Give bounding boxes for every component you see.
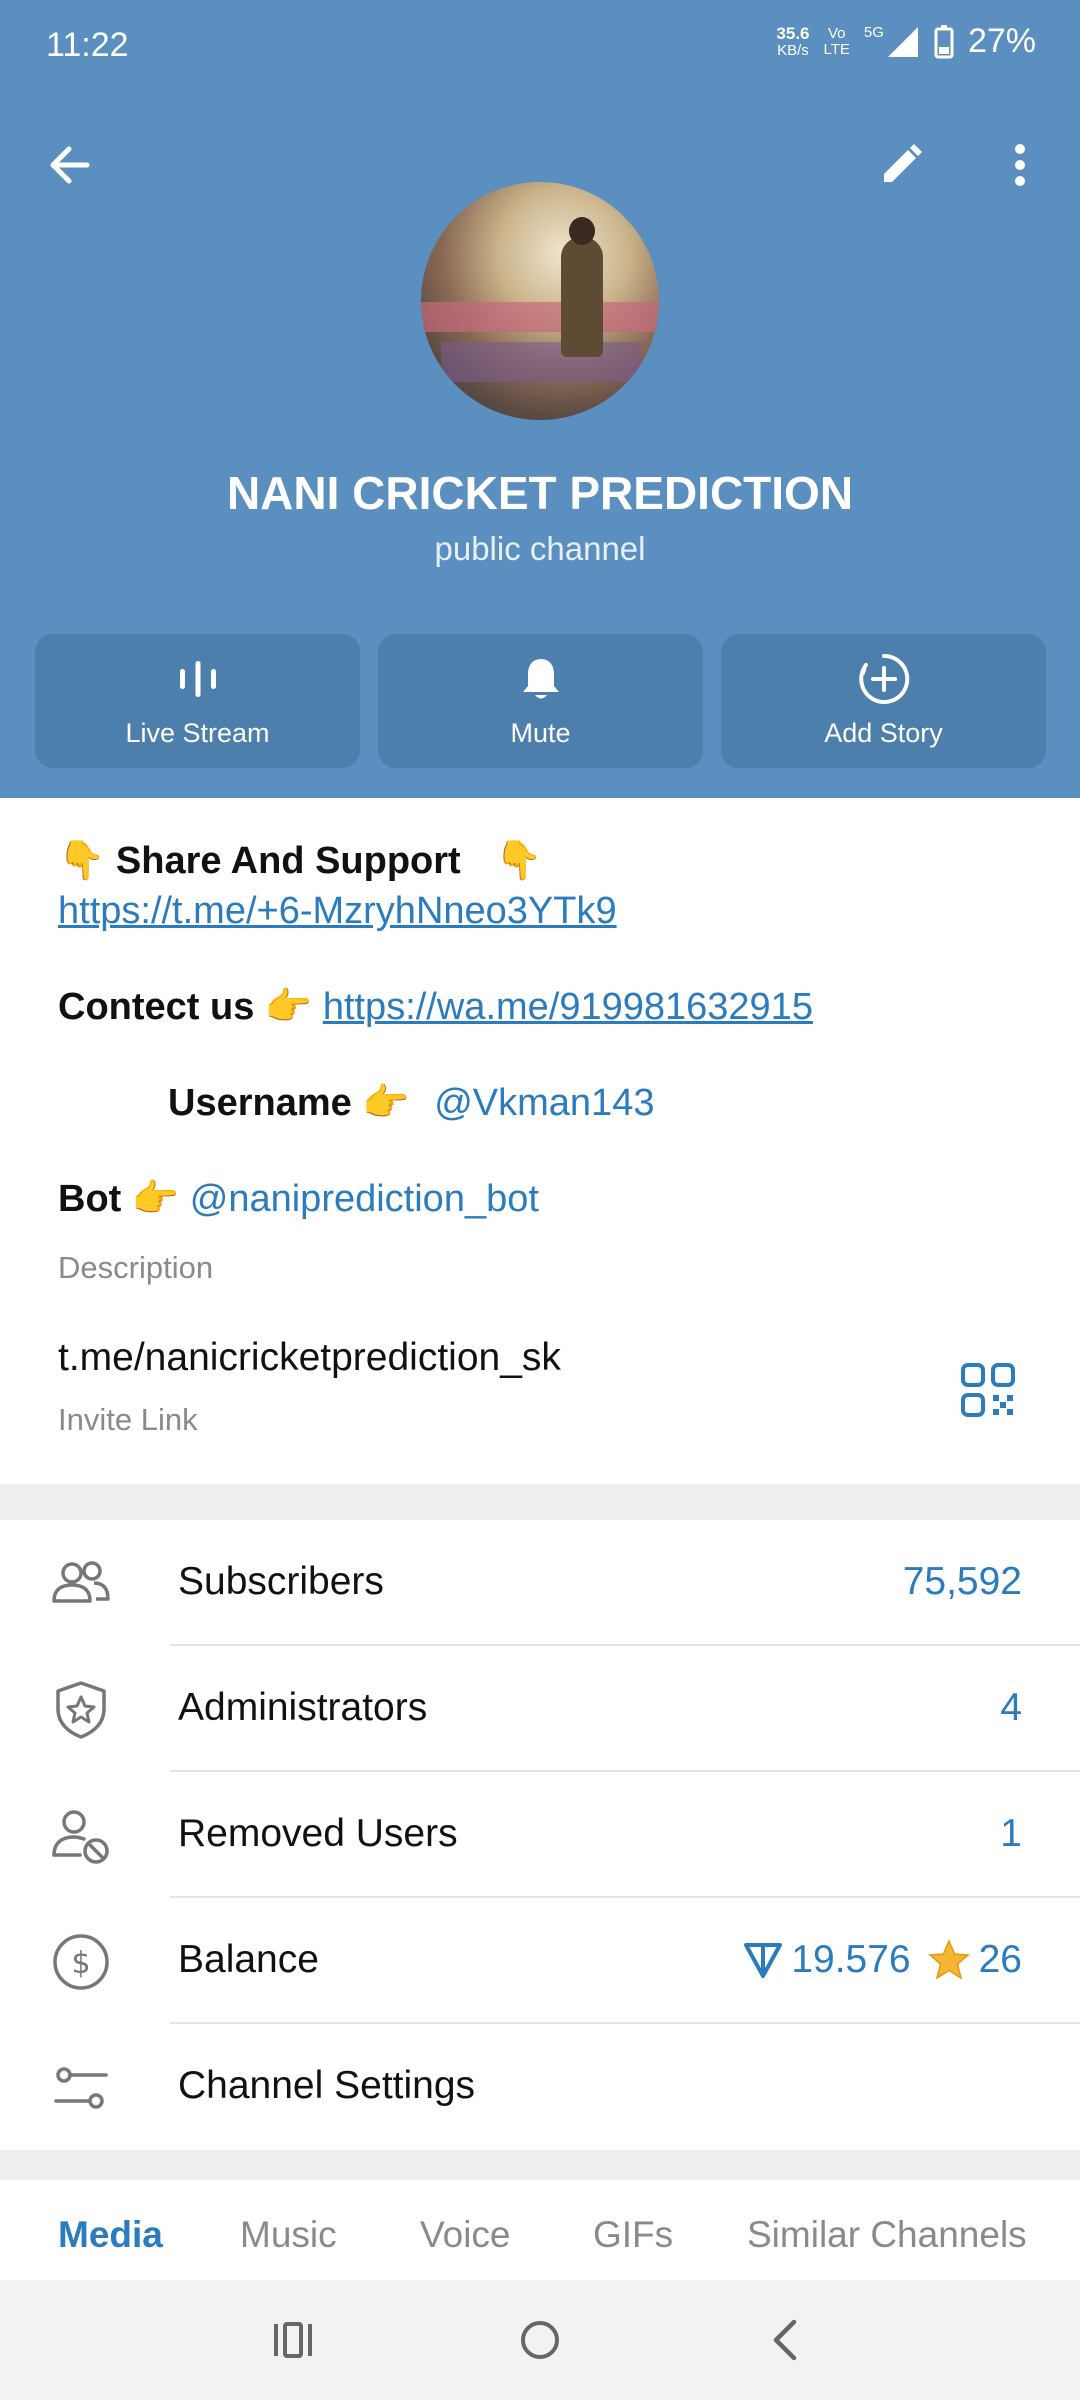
description-label: Description [58,1250,214,1285]
tab-similar-channels[interactable]: Similar Channels [747,2214,1027,2256]
channel-header: 11:22 35.6 KB/s Vo LTE 5G 27% NANI CRICK… [0,0,1080,798]
channel-avatar[interactable] [421,182,659,420]
qr-code-button[interactable] [960,1362,1016,1418]
signal-indicator: 5G [863,23,920,59]
bell-icon [522,659,559,699]
username-text: Username [168,1082,352,1124]
share-text: Share And Support [115,840,461,882]
contact-link[interactable]: https://wa.me/919981632915 [323,986,813,1028]
pointing-right-emoji: 👉 [264,984,313,1028]
share-link[interactable]: https://t.me/+6-MzryhNneo3YTk9 [58,890,617,932]
contact-text: Contect us [58,986,255,1028]
ton-balance: 19.576 [791,1938,911,1981]
channel-settings-label: Channel Settings [178,2064,476,2107]
back-arrow-icon [50,146,90,184]
status-time: 11:22 [46,26,129,64]
share-line: 👇 Share And Support 👇 [58,838,543,883]
administrators-row[interactable]: Administrators 4 [0,1646,1080,1772]
pointing-right-emoji: 👉 [362,1080,410,1124]
pointing-down-emoji: 👇 [495,838,543,882]
live-stream-label: Live Stream [125,718,270,748]
users-icon [52,1561,110,1603]
ton-icon [744,1943,783,1978]
pencil-icon [884,144,922,182]
balance-row[interactable]: $ Balance 19.576 26 [0,1898,1080,2024]
removed-users-row[interactable]: Removed Users 1 [0,1772,1080,1898]
signal-icon [887,26,918,57]
more-options-button[interactable] [985,130,1055,200]
bot-mention[interactable]: @naniprediction_bot [190,1178,539,1220]
admin-shield-icon [56,1681,106,1739]
share-link-line: https://t.me/+6-MzryhNneo3YTk9 [58,890,617,933]
star-icon [927,1939,970,1980]
invite-link-label: Invite Link [58,1402,198,1437]
pointing-down-emoji: 👇 [58,838,106,882]
add-story-icon [858,653,909,704]
network-type: 5G [863,23,884,41]
media-tabs: Media Music Voice GIFs Similar Channels [0,2180,1080,2280]
removed-users-count: 1 [1000,1812,1022,1855]
username-mention[interactable]: @Vkman143 [434,1082,654,1124]
svg-text:$: $ [71,1946,90,1981]
home-button[interactable] [510,2310,570,2370]
speed-value: 35.6 [776,23,810,43]
settings-sliders-icon [54,2067,108,2109]
speed-unit: KB/s [777,41,809,59]
contact-line: Contect us 👉 https://wa.me/919981632915 [58,984,813,1029]
stars-balance: 26 [978,1938,1022,1981]
chevron-left-icon [773,2319,797,2361]
qr-code-icon [961,1363,1015,1417]
channel-type: public channel [434,530,646,567]
home-circle-icon [521,2321,559,2359]
system-back-button[interactable] [755,2310,815,2370]
invite-link[interactable]: t.me/nanicricketprediction_sk [58,1336,561,1380]
tab-gifs[interactable]: GIFs [593,2214,673,2256]
volte-top: Vo [827,24,846,42]
channel-settings-row[interactable]: Channel Settings [0,2024,1080,2150]
channel-title: NANI CRICKET PREDICTION [226,467,854,519]
administrators-label: Administrators [178,1686,428,1729]
section-divider [0,1484,1080,1520]
balance-label: Balance [178,1938,319,1981]
subscribers-label: Subscribers [178,1560,384,1603]
balance-values: 19.576 26 [743,1938,1022,1982]
live-stream-icon [179,661,216,697]
system-nav-bar [0,2280,1080,2400]
volte-indicator: Vo LTE [823,24,850,58]
tab-media[interactable]: Media [58,2214,163,2256]
add-story-label: Add Story [824,718,943,748]
administrators-count: 4 [1000,1686,1022,1729]
status-bar: 11:22 35.6 KB/s Vo LTE 5G 27% [0,0,1080,92]
more-vert-icon [1015,144,1025,186]
section-divider [0,2150,1080,2180]
tab-voice[interactable]: Voice [420,2214,511,2256]
dollar-icon: $ [53,1934,109,1990]
pointing-right-emoji: 👉 [131,1176,180,1220]
status-indicators: 35.6 KB/s Vo LTE 5G 27% [776,22,1036,61]
recent-apps-icon [274,2322,312,2358]
volte-bottom: LTE [823,40,850,58]
tab-music[interactable]: Music [240,2214,337,2256]
back-button[interactable] [34,130,104,200]
add-story-button[interactable]: Add Story [721,634,1046,768]
bot-line: Bot 👉 @naniprediction_bot [58,1176,539,1221]
bot-text: Bot [58,1178,122,1220]
removed-user-icon [52,1810,109,1864]
live-stream-button[interactable]: Live Stream [35,634,360,768]
recent-apps-button[interactable] [263,2310,323,2370]
network-speed: 35.6 KB/s [776,23,810,59]
battery-percent: 27% [967,22,1036,60]
removed-users-label: Removed Users [178,1812,458,1855]
mute-label: Mute [510,718,571,748]
edit-button[interactable] [866,130,936,200]
username-line: Username 👉 @Vkman143 [168,1080,654,1125]
subscribers-row[interactable]: Subscribers 75,592 [0,1520,1080,1646]
battery-icon [934,24,954,58]
mute-button[interactable]: Mute [378,634,703,768]
subscribers-count: 75,592 [902,1560,1022,1603]
